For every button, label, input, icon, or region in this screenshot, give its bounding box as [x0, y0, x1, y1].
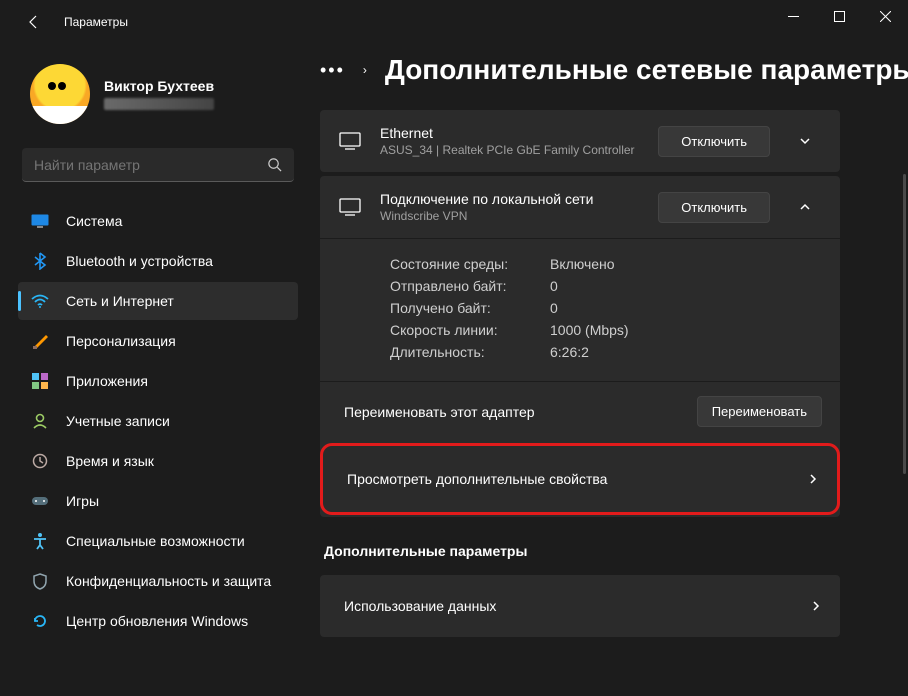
sidebar-item-label: Система: [66, 213, 122, 229]
bluetooth-icon: [30, 251, 50, 271]
rename-button[interactable]: Переименовать: [697, 396, 822, 427]
search-icon: [267, 157, 282, 172]
view-properties-row[interactable]: Просмотреть дополнительные свойства: [323, 446, 837, 512]
sidebar-item-accessibility[interactable]: Специальные возможности: [18, 522, 298, 560]
view-properties-label: Просмотреть дополнительные свойства: [347, 471, 607, 487]
back-button[interactable]: [24, 12, 44, 32]
stat-value: 0: [550, 278, 558, 294]
chevron-right-icon: [807, 462, 819, 496]
window-title: Параметры: [64, 15, 128, 29]
profile-text: Виктор Бухтеев: [104, 78, 214, 110]
stat-label: Состояние среды:: [390, 256, 550, 272]
adapter-subtitle: Windscribe VPN: [380, 209, 640, 223]
data-usage-row[interactable]: Использование данных: [320, 575, 840, 637]
adapter-subtitle: ASUS_34 | Realtek PCIe GbE Family Contro…: [380, 143, 640, 157]
brush-icon: [30, 331, 50, 351]
adapter-title: Ethernet: [380, 125, 640, 141]
main-content: ••• › Дополнительные сетевые параметры E…: [310, 44, 908, 696]
sidebar-item-label: Учетные записи: [66, 413, 170, 429]
sidebar: Виктор Бухтеев Система Bluetooth и устро…: [0, 44, 310, 696]
collapse-button[interactable]: [788, 190, 822, 224]
profile-block[interactable]: Виктор Бухтеев: [16, 44, 300, 148]
page-header: ••• › Дополнительные сетевые параметры: [320, 54, 908, 110]
maximize-button[interactable]: [816, 0, 862, 32]
sidebar-item-label: Специальные возможности: [66, 533, 245, 549]
nav: Система Bluetooth и устройства Сеть и Ин…: [16, 202, 300, 640]
highlight-box: Просмотреть дополнительные свойства: [320, 443, 840, 515]
rename-label: Переименовать этот адаптер: [344, 404, 535, 420]
sidebar-item-update[interactable]: Центр обновления Windows: [18, 602, 298, 640]
gamepad-icon: [30, 491, 50, 511]
minimize-button[interactable]: [770, 0, 816, 32]
clock-icon: [30, 451, 50, 471]
chevron-right-icon: [810, 589, 822, 623]
update-icon: [30, 611, 50, 631]
accessibility-icon: [30, 531, 50, 551]
sidebar-item-privacy[interactable]: Конфиденциальность и защита: [18, 562, 298, 600]
adapter-header-row[interactable]: Подключение по локальной сети Windscribe…: [320, 176, 840, 238]
stat-label: Скорость линии:: [390, 322, 550, 338]
search-box[interactable]: [22, 148, 294, 182]
close-button[interactable]: [862, 0, 908, 32]
ethernet-icon: [338, 195, 362, 219]
system-icon: [30, 211, 50, 231]
sidebar-item-accounts[interactable]: Учетные записи: [18, 402, 298, 440]
sidebar-item-gaming[interactable]: Игры: [18, 482, 298, 520]
stat-value: 6:26:2: [550, 344, 589, 360]
disable-button[interactable]: Отключить: [658, 126, 770, 157]
rename-adapter-row: Переименовать этот адаптер Переименовать: [320, 381, 840, 441]
adapter-list: Ethernet ASUS_34 | Realtek PCIe GbE Fami…: [320, 110, 840, 637]
user-icon: [30, 411, 50, 431]
profile-email-blur: [104, 98, 214, 110]
sidebar-item-label: Персонализация: [66, 333, 176, 349]
sidebar-item-label: Центр обновления Windows: [66, 613, 248, 629]
page-title: Дополнительные сетевые параметры: [385, 54, 908, 86]
sidebar-item-label: Игры: [66, 493, 99, 509]
apps-icon: [30, 371, 50, 391]
sidebar-item-label: Приложения: [66, 373, 148, 389]
adapter-card-ethernet[interactable]: Ethernet ASUS_34 | Realtek PCIe GbE Fami…: [320, 110, 840, 172]
sidebar-item-bluetooth[interactable]: Bluetooth и устройства: [18, 242, 298, 280]
sidebar-item-network[interactable]: Сеть и Интернет: [18, 282, 298, 320]
shield-icon: [30, 571, 50, 591]
search-input[interactable]: [34, 157, 267, 173]
sidebar-item-apps[interactable]: Приложения: [18, 362, 298, 400]
data-usage-label: Использование данных: [344, 598, 496, 614]
avatar: [30, 64, 90, 124]
adapter-title: Подключение по локальной сети: [380, 191, 640, 207]
sidebar-item-label: Bluetooth и устройства: [66, 253, 213, 269]
expand-button[interactable]: [788, 124, 822, 158]
stat-label: Получено байт:: [390, 300, 550, 316]
section-additional-params: Дополнительные параметры: [320, 521, 840, 571]
profile-name: Виктор Бухтеев: [104, 78, 214, 94]
scrollbar[interactable]: [903, 174, 906, 474]
breadcrumb-separator: ›: [363, 63, 367, 77]
stat-label: Длительность:: [390, 344, 550, 360]
sidebar-item-label: Время и язык: [66, 453, 154, 469]
stat-value: Включено: [550, 256, 615, 272]
sidebar-item-personalization[interactable]: Персонализация: [18, 322, 298, 360]
stat-value: 1000 (Mbps): [550, 322, 629, 338]
sidebar-item-system[interactable]: Система: [18, 202, 298, 240]
sidebar-item-time[interactable]: Время и язык: [18, 442, 298, 480]
stat-label: Отправлено байт:: [390, 278, 550, 294]
ethernet-icon: [338, 129, 362, 153]
disable-button[interactable]: Отключить: [658, 192, 770, 223]
adapter-card-local: Подключение по локальной сети Windscribe…: [320, 176, 840, 517]
sidebar-item-label: Конфиденциальность и защита: [66, 573, 271, 589]
window-controls: [770, 0, 908, 32]
wifi-icon: [30, 291, 50, 311]
breadcrumb-more-icon[interactable]: •••: [320, 60, 345, 81]
stat-value: 0: [550, 300, 558, 316]
sidebar-item-label: Сеть и Интернет: [66, 293, 174, 309]
adapter-stats: Состояние среды:Включено Отправлено байт…: [320, 238, 840, 381]
